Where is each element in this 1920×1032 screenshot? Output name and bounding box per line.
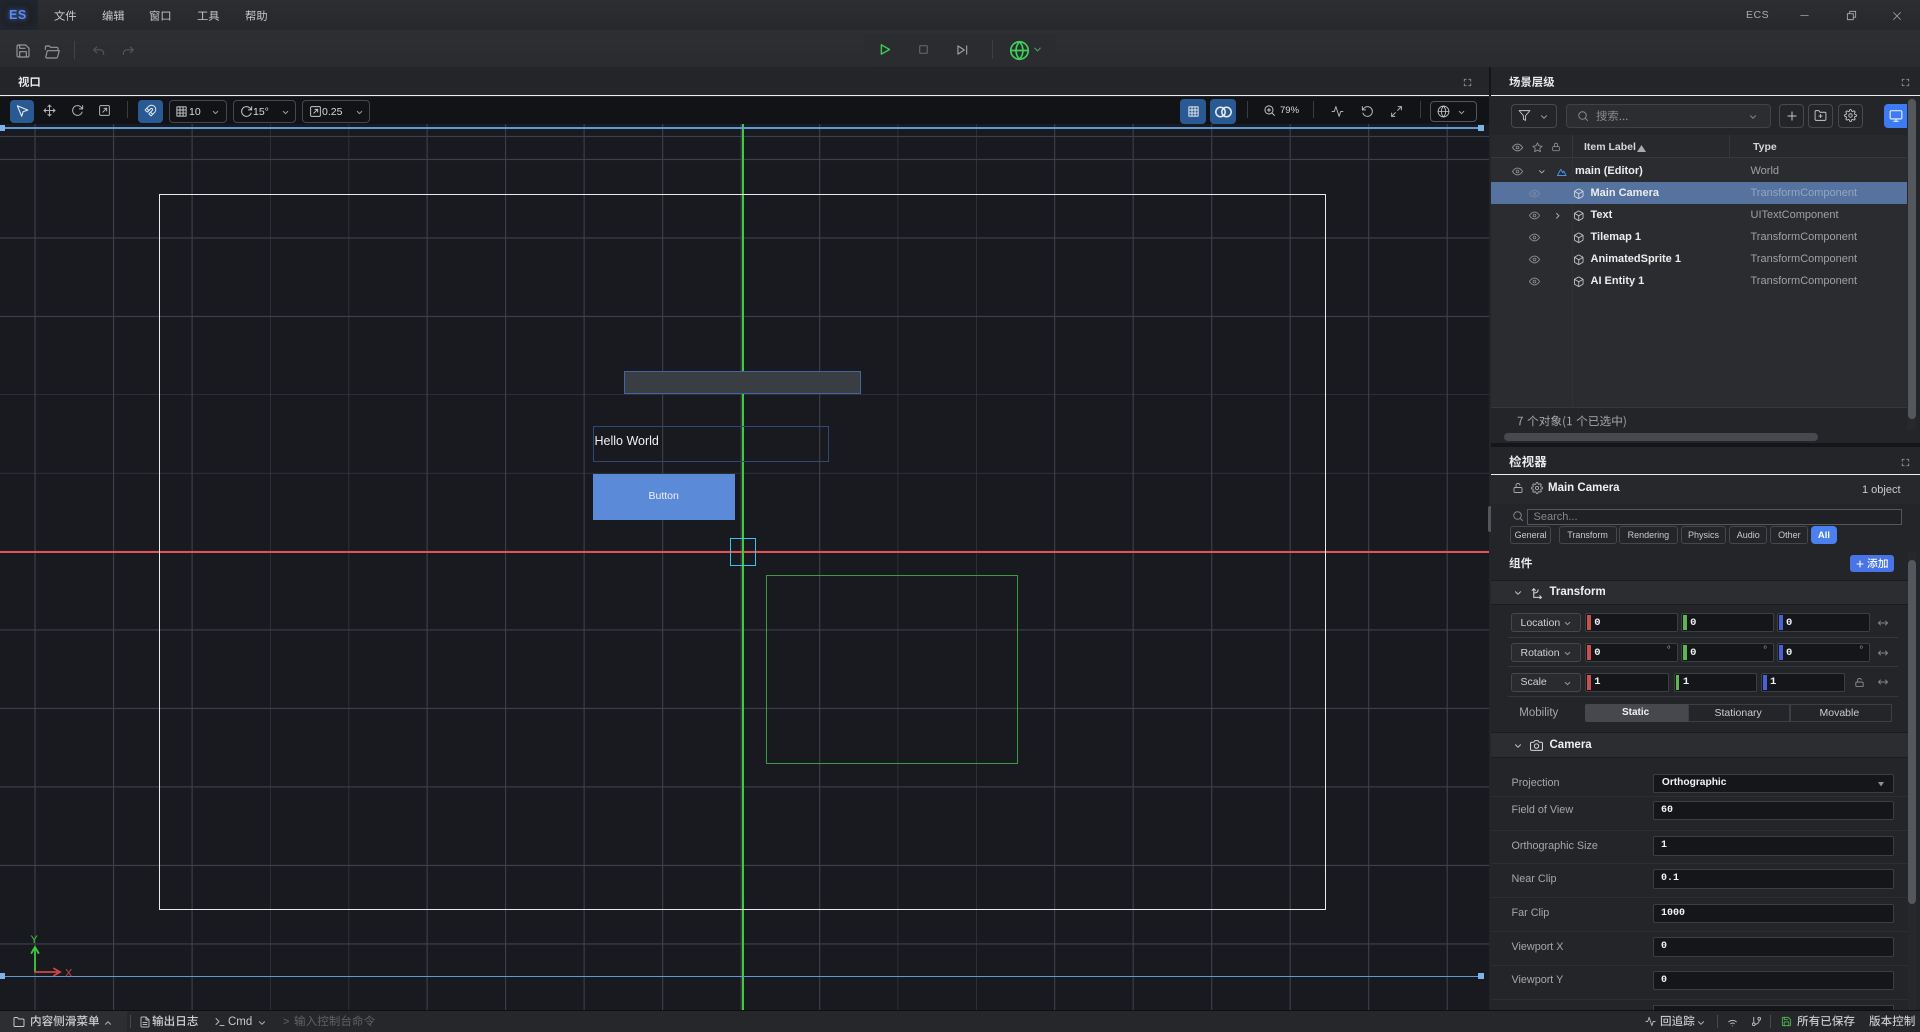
svg-text:X: X <box>65 968 73 980</box>
svg-text:Y: Y <box>31 934 39 946</box>
